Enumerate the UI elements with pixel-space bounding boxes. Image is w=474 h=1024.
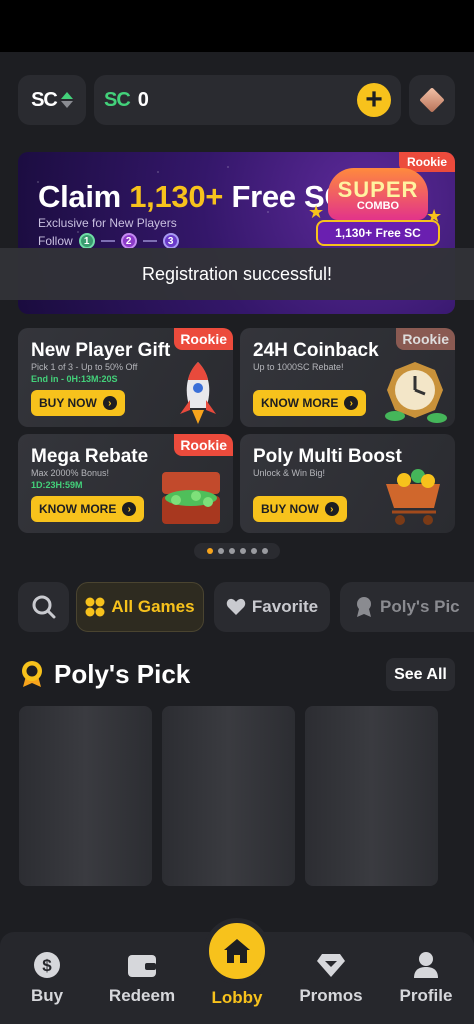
know-more-button[interactable]: KNOW MORE › — [31, 496, 145, 522]
tab-favorite[interactable]: Favorite — [214, 582, 330, 632]
clock-coins-icon — [385, 362, 447, 423]
section-title: Poly's Pick — [54, 659, 191, 689]
rookie-badge: Rookie — [174, 434, 233, 456]
tab-label: Favorite — [251, 597, 319, 616]
combo-line2: COMBO — [356, 199, 400, 212]
combo-amount: 1,130+ Free SC — [316, 220, 440, 246]
treasure-chest-icon — [162, 472, 220, 524]
see-all-button[interactable]: See All — [386, 658, 455, 691]
balance-value: 0 — [137, 88, 149, 111]
plus-icon: + — [365, 83, 383, 116]
rookie-badge: Rookie — [396, 328, 455, 350]
add-funds-button[interactable]: + — [357, 83, 391, 117]
follow-label: Follow — [38, 234, 73, 248]
banner-follow-steps: Follow 1 2 3 — [38, 233, 179, 249]
arrow-right-icon: › — [324, 502, 339, 516]
svg-text:$: $ — [42, 956, 52, 975]
balance-display: SC 0 + — [94, 75, 401, 125]
card-subtitle: Max 2000% Bonus! — [31, 468, 110, 478]
banner-subtitle: Exclusive for New Players — [38, 216, 177, 230]
step-1: 1 — [78, 233, 95, 249]
nav-label-lobby: Lobby — [211, 988, 263, 1007]
currency-toggle-button[interactable]: SC — [18, 75, 86, 125]
vip-button[interactable] — [409, 75, 455, 125]
diamond-icon — [316, 950, 346, 980]
card-countdown: End in - 0H:13M:20S — [31, 374, 118, 384]
super-combo-graphic: ★ ★ SUPER COMBO 1,130+ Free SC — [308, 166, 448, 254]
user-icon — [411, 950, 441, 980]
search-button[interactable] — [18, 582, 69, 632]
medal-icon — [22, 661, 42, 687]
promo-card-24h-coinback[interactable]: 24H Coinback Up to 1000SC Rebate! KNOW M… — [240, 328, 455, 427]
pagination-dot — [228, 548, 235, 554]
card-subtitle: Unlock & Win Big! — [253, 468, 326, 478]
home-icon — [224, 939, 250, 963]
nav-label: Profile — [399, 986, 453, 1005]
nav-label: Promos — [299, 986, 363, 1005]
carousel-pagination — [194, 543, 280, 559]
pagination-dot — [261, 548, 268, 554]
card-title: 24H Coinback — [253, 340, 379, 361]
gem-icon — [419, 87, 445, 113]
card-subtitle: Pick 1 of 3 - Up to 50% Off — [31, 362, 138, 372]
heart-icon — [226, 598, 246, 615]
balance-currency: SC — [104, 88, 131, 111]
rocket-icon — [180, 362, 216, 424]
nav-item-buy[interactable]: $ Buy — [7, 950, 87, 1006]
pagination-dot — [217, 548, 224, 554]
card-title: Poly Multi Boost — [253, 446, 402, 467]
pagination-dot-active — [206, 548, 213, 554]
step-3: 3 — [162, 233, 179, 249]
promo-card-mega-rebate[interactable]: Mega Rebate Max 2000% Bonus! 1D:23H:59M … — [18, 434, 233, 533]
promo-card-poly-multi-boost[interactable]: Poly Multi Boost Unlock & Win Big! BUY N… — [240, 434, 455, 533]
promo-card-new-player-gift[interactable]: New Player Gift Pick 1 of 3 - Up to 50% … — [18, 328, 233, 427]
pagination-dot — [250, 548, 257, 554]
game-tile[interactable] — [305, 706, 438, 886]
swap-arrows-icon — [60, 92, 73, 108]
pagination-dot — [239, 548, 246, 554]
nav-item-profile[interactable]: Profile — [386, 950, 466, 1006]
medal-icon — [357, 597, 371, 617]
shopping-cart-coins-icon — [386, 469, 440, 525]
arrow-right-icon: › — [122, 502, 137, 516]
tab-all-games[interactable]: All Games — [76, 582, 204, 632]
card-title: Mega Rebate — [31, 446, 149, 467]
tab-polys-pick[interactable]: Poly's Pic — [340, 582, 474, 632]
banner-title-highlight: 1,130+ — [129, 179, 224, 214]
nav-item-promos[interactable]: Promos — [291, 950, 371, 1006]
game-tile[interactable] — [19, 706, 152, 886]
arrow-right-icon: › — [102, 396, 117, 410]
tab-label: All Games — [111, 597, 195, 616]
game-tile[interactable] — [162, 706, 295, 886]
grid-icon — [85, 597, 105, 617]
step-2: 2 — [120, 233, 137, 249]
nav-item-redeem[interactable]: Redeem — [102, 950, 182, 1006]
nav-label: Buy — [30, 986, 64, 1005]
card-subtitle: Up to 1000SC Rebate! — [253, 362, 344, 372]
nav-label: Redeem — [108, 986, 176, 1005]
wallet-icon — [127, 950, 157, 980]
registration-toast: Registration successful! — [0, 248, 474, 300]
know-more-button[interactable]: KNOW MORE › — [253, 390, 367, 416]
card-title: New Player Gift — [31, 340, 171, 361]
arrow-right-icon: › — [344, 396, 359, 410]
rookie-badge: Rookie — [174, 328, 233, 350]
nav-item-lobby[interactable] — [204, 918, 270, 984]
toast-message: Registration successful! — [141, 263, 333, 284]
tab-label: Poly's Pic — [380, 597, 460, 616]
card-countdown: 1D:23H:59M — [31, 480, 83, 490]
banner-title: Claim 1,130+ Free SC — [38, 179, 347, 214]
search-icon — [32, 595, 55, 619]
currency-toggle-label: SC — [31, 88, 58, 111]
dollar-icon: $ — [32, 950, 62, 980]
status-bar — [0, 0, 474, 52]
buy-now-button[interactable]: BUY NOW › — [31, 390, 125, 416]
buy-now-button[interactable]: BUY NOW › — [253, 496, 347, 522]
